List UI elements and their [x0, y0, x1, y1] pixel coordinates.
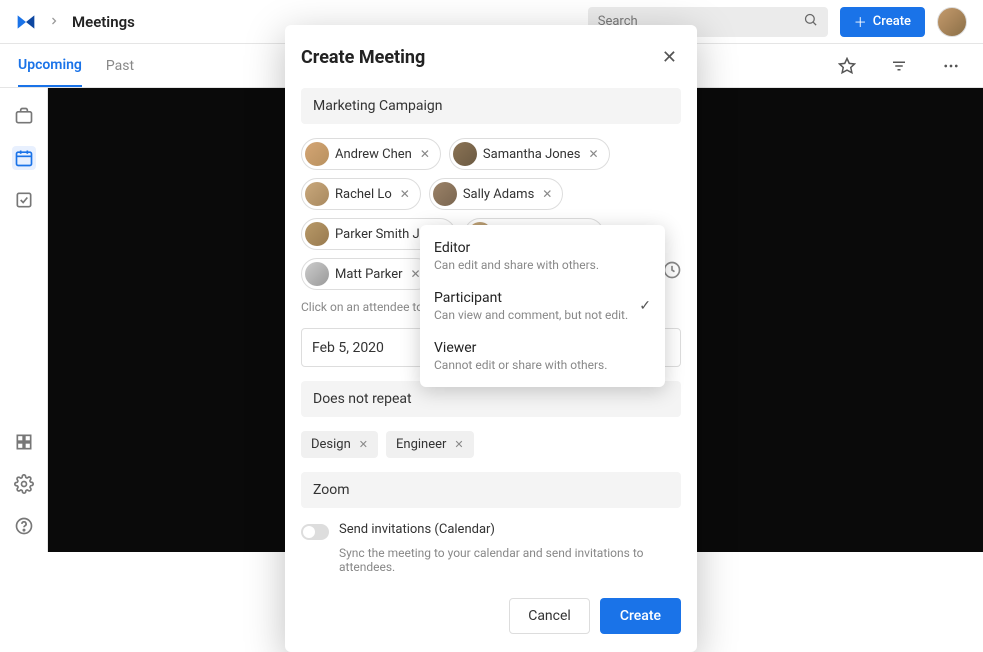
remove-icon[interactable]: ✕ — [586, 147, 600, 161]
page-title: Meetings — [72, 13, 135, 31]
toggle-help: Sync the meeting to your calendar and se… — [339, 546, 681, 574]
attendee-name: Parker Smith Jr. — [335, 227, 427, 242]
remove-icon[interactable]: ✕ — [418, 147, 432, 161]
tab-past[interactable]: Past — [106, 46, 134, 86]
star-icon[interactable] — [833, 52, 861, 80]
attendee-name: Samantha Jones — [483, 147, 581, 162]
user-avatar[interactable] — [937, 7, 967, 37]
attendee-name: Andrew Chen — [335, 147, 412, 162]
checklist-icon[interactable] — [12, 188, 36, 212]
avatar — [305, 182, 329, 206]
plus-icon: ＋ — [854, 12, 867, 31]
role-desc: Can view and comment, but not edit. — [434, 308, 628, 322]
avatar — [433, 182, 457, 206]
grid-icon[interactable] — [12, 430, 36, 454]
chevron-right-icon — [48, 12, 60, 31]
more-icon[interactable] — [937, 52, 965, 80]
remove-icon[interactable]: ✕ — [540, 187, 554, 201]
meeting-name-input[interactable]: Marketing Campaign — [301, 88, 681, 124]
app-logo[interactable] — [16, 12, 36, 32]
create-label: Create — [873, 14, 911, 29]
toggle-label: Send invitations (Calendar) — [339, 522, 495, 537]
role-option[interactable]: Editor Can edit and share with others. — [420, 231, 665, 281]
calendar-icon[interactable] — [12, 146, 36, 170]
role-dropdown: Editor Can edit and share with others. Par… — [420, 225, 665, 387]
tag-chip[interactable]: Engineer ✕ — [386, 431, 474, 458]
role-option[interactable]: Participant Can view and comment, but not… — [420, 281, 665, 331]
modal-create-button[interactable]: Create — [600, 598, 681, 634]
remove-icon[interactable]: ✕ — [398, 187, 412, 201]
clock-icon — [662, 260, 684, 282]
remove-icon[interactable]: ✕ — [454, 438, 463, 451]
tag-chip[interactable]: Design ✕ — [301, 431, 378, 458]
attendee-chip[interactable]: Andrew Chen ✕ — [301, 138, 441, 170]
attendee-name: Matt Parker — [335, 267, 403, 282]
avatar — [305, 262, 329, 286]
avatar — [305, 222, 329, 246]
avatar — [453, 142, 477, 166]
create-button[interactable]: ＋ Create — [840, 7, 925, 37]
close-icon[interactable]: ✕ — [658, 43, 681, 72]
role-title: Participant — [434, 290, 628, 306]
role-title: Editor — [434, 240, 599, 256]
avatar — [305, 142, 329, 166]
role-desc: Can edit and share with others. — [434, 258, 599, 272]
help-icon[interactable] — [12, 514, 36, 538]
gear-icon[interactable] — [12, 472, 36, 496]
search-icon — [803, 12, 818, 31]
attendee-chip[interactable]: Rachel Lo ✕ — [301, 178, 421, 210]
modal-title: Create Meeting — [301, 47, 425, 68]
invitations-toggle[interactable] — [301, 524, 329, 540]
tag-label: Design — [311, 437, 351, 452]
check-icon: ✓ — [639, 298, 651, 314]
date-value: Feb 5, 2020 — [312, 340, 384, 356]
sidebar — [0, 88, 48, 552]
attendee-chip[interactable]: Sally Adams ✕ — [429, 178, 564, 210]
tags-row: Design ✕ Engineer ✕ — [301, 431, 681, 458]
filter-icon[interactable] — [885, 52, 913, 80]
role-desc: Cannot edit or share with others. — [434, 358, 607, 372]
attendee-chip[interactable]: Samantha Jones ✕ — [449, 138, 610, 170]
role-option[interactable]: Viewer Cannot edit or share with others. — [420, 331, 665, 381]
role-title: Viewer — [434, 340, 607, 356]
attendee-name: Rachel Lo — [335, 187, 392, 202]
tab-upcoming[interactable]: Upcoming — [18, 45, 82, 87]
remove-icon[interactable]: ✕ — [359, 438, 368, 451]
attendee-name: Sally Adams — [463, 187, 534, 202]
briefcase-icon[interactable] — [12, 104, 36, 128]
attendee-chip[interactable]: Matt Parker✕ — [301, 258, 432, 290]
tag-label: Engineer — [396, 437, 446, 452]
cancel-button[interactable]: Cancel — [509, 598, 590, 634]
location-input[interactable]: Zoom — [301, 472, 681, 508]
